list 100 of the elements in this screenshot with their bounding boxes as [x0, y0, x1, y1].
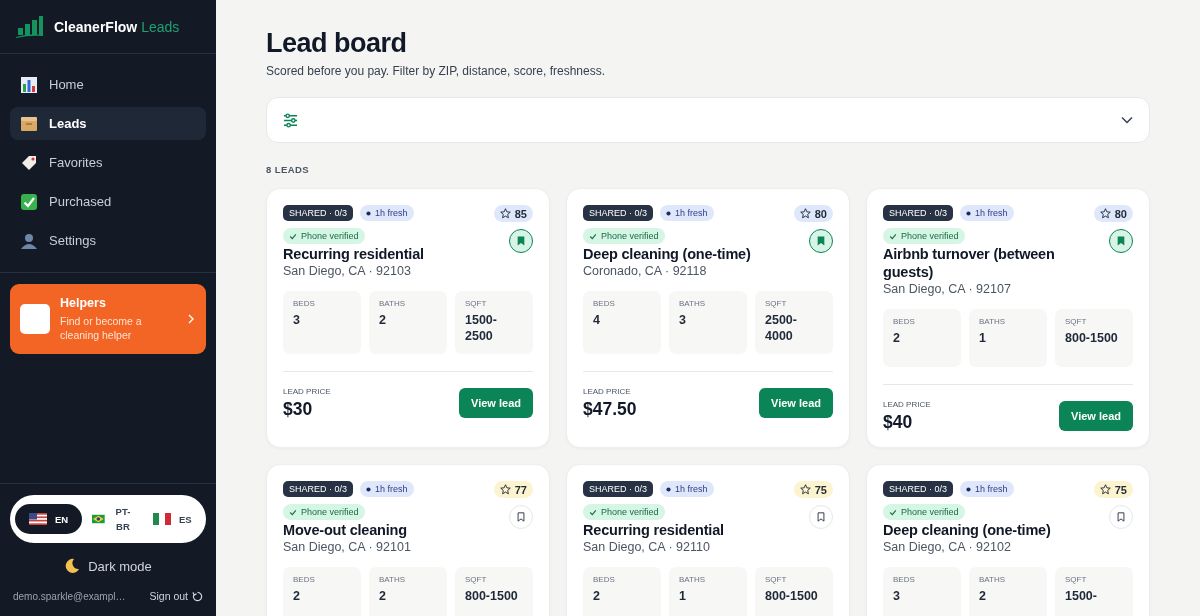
check-icon [889, 232, 897, 240]
nav-item[interactable]: Settings [10, 224, 206, 257]
shared-badge: SHARED · 0/3 [583, 481, 654, 497]
freshness-badge: 1h fresh [960, 205, 1014, 221]
stat-value: 2 [893, 330, 901, 346]
freshness-badge: 1h fresh [660, 205, 714, 221]
verified-badge: Phone verified [283, 504, 365, 520]
stat-value: 2 [293, 588, 301, 604]
stat-label: BATHS [679, 575, 707, 584]
sliders-icon [283, 112, 298, 128]
stat-label: SQFT [1065, 575, 1088, 584]
lead-price: $30 [283, 399, 314, 420]
shared-badge: SHARED · 0/3 [583, 205, 654, 221]
dark-mode-toggle[interactable]: Dark mode [64, 555, 152, 577]
lead-title: Recurring residential [283, 245, 425, 263]
nav-item[interactable]: Purchased [10, 185, 206, 218]
lead-location: Coronado, CA · 92118 [583, 264, 708, 278]
verified-badge: Phone verified [883, 504, 965, 520]
stat-label: BEDS [593, 575, 616, 584]
nav-item[interactable]: Leads [10, 107, 206, 140]
check-icon [889, 508, 897, 516]
bookmark-button[interactable] [809, 229, 833, 253]
check-icon [20, 192, 38, 211]
flag-icon [92, 513, 105, 525]
dot-icon [666, 486, 672, 492]
lead-location: San Diego, CA · 92102 [883, 540, 1012, 554]
shared-badge: SHARED · 0/3 [283, 205, 354, 221]
view-lead-button[interactable]: View lead [759, 388, 833, 418]
score-badge: 77 [493, 481, 533, 498]
chevron-down-icon [1121, 116, 1133, 124]
moon-icon [64, 558, 81, 574]
stat-value: 2 [593, 588, 601, 604]
flag-icon [153, 513, 171, 525]
stat-label: SQFT [1065, 317, 1088, 326]
score-badge: 80 [1093, 205, 1133, 222]
verified-badge: Phone verified [583, 504, 665, 520]
star-icon [799, 208, 811, 219]
lead-price: $47.50 [583, 399, 637, 420]
brand-name: CleanerFlow Leads [54, 18, 180, 35]
logo-icon [16, 15, 44, 38]
stat-label: SQFT [765, 299, 788, 308]
view-lead-button[interactable]: View lead [1059, 401, 1133, 431]
stat-value: 3 [893, 588, 901, 604]
star-icon [499, 208, 511, 219]
leads-count: 8 LEADS [266, 164, 310, 175]
verified-badge: Phone verified [583, 228, 665, 244]
stat-value: 3 [293, 312, 301, 328]
language-option[interactable]: EN [15, 504, 83, 534]
stat-value: 1 [679, 588, 687, 604]
view-lead-button[interactable]: View lead [459, 388, 533, 418]
stat-value: 2 [379, 312, 387, 328]
dot-icon [366, 210, 372, 216]
stat-label: BEDS [593, 299, 616, 308]
stat-value: 2 [979, 588, 987, 604]
bookmark-button[interactable] [509, 229, 533, 253]
language-option[interactable]: PT-BR [82, 504, 143, 534]
stat-label: BATHS [979, 575, 1007, 584]
dot-icon [366, 486, 372, 492]
stat-value: 1 [979, 330, 987, 346]
box-icon [20, 114, 38, 133]
page-subtitle: Scored before you pay. Filter by ZIP, distance, score, freshness. [266, 64, 607, 78]
chevron-icon [188, 314, 194, 324]
stat-value: 2500-4000 [765, 312, 798, 344]
stat-label: BEDS [293, 575, 316, 584]
price-label: LEAD PRICE [583, 387, 632, 396]
check-icon [589, 232, 597, 240]
stat-value: 800-1500 [1065, 330, 1119, 346]
star-icon [499, 484, 511, 495]
star-icon [1099, 208, 1111, 219]
nav-item[interactable]: Home [10, 68, 206, 101]
stat-value: 2 [379, 588, 387, 604]
stat-value: 1500- [1065, 588, 1098, 604]
lead-title: Airbnb turnover (between guests) [883, 245, 1056, 281]
dot-icon [966, 210, 972, 216]
stat-label: BEDS [893, 575, 916, 584]
price-label: LEAD PRICE [883, 400, 931, 409]
helpers-title: Helpers [60, 296, 107, 310]
bookmark-icon [516, 235, 526, 247]
sign-out-button[interactable]: Sign out [149, 590, 203, 602]
check-icon [289, 508, 297, 516]
lead-location: San Diego, CA · 92101 [283, 540, 412, 554]
language-option[interactable]: ES [143, 504, 202, 534]
bookmark-button[interactable] [1109, 229, 1133, 253]
bookmark-icon [516, 511, 526, 523]
lead-title: Deep cleaning (one-time) [883, 521, 1052, 539]
bookmark-icon [1116, 235, 1126, 247]
stat-label: SQFT [765, 575, 788, 584]
nav-item[interactable]: Favorites [10, 146, 206, 179]
check-icon [589, 508, 597, 516]
price-label: LEAD PRICE [283, 387, 331, 396]
person-icon [20, 231, 38, 250]
lead-price: $40 [883, 412, 914, 433]
freshness-badge: 1h fresh [660, 481, 714, 497]
shared-badge: SHARED · 0/3 [283, 481, 354, 497]
stat-value: 4 [593, 312, 601, 328]
account-email: demo.sparkle@exampl… [13, 590, 126, 602]
stat-value: 1500-2500 [465, 312, 498, 344]
helpers-tile [20, 304, 50, 334]
sign-out-icon [192, 590, 203, 602]
stat-value: 800-1500 [465, 588, 519, 604]
